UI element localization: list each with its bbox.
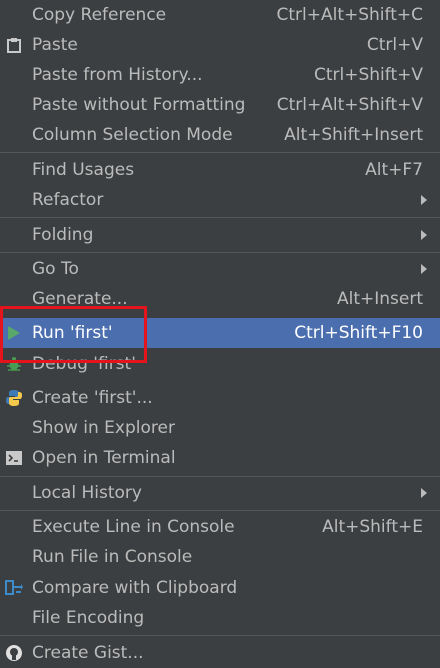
menu-item-label: Folding [32, 225, 94, 245]
menu-item-create[interactable]: Create 'first'... [0, 383, 440, 413]
menu-item-shortcut: Alt+F7 [365, 160, 423, 180]
menu-item-label: Compare with Clipboard [32, 578, 238, 598]
menu-item-label: Generate... [32, 289, 128, 309]
menu-item-find-usages[interactable]: Find Usages Alt+F7 [0, 155, 440, 185]
menu-separator [0, 635, 440, 636]
menu-item-label: Create Gist... [32, 643, 144, 663]
menu-item-folding[interactable]: Folding [0, 219, 440, 251]
menu-item-label: Show in Explorer [32, 418, 175, 438]
clipboard-icon [4, 35, 24, 55]
menu-item-label: Refactor [32, 190, 104, 210]
menu-item-refactor[interactable]: Refactor [0, 185, 440, 215]
menu-item-run-file-in-console[interactable]: Run File in Console [0, 542, 440, 572]
menu-item-paste-without-formatting[interactable]: Paste without Formatting Ctrl+Alt+Shift+… [0, 90, 440, 120]
submenu-arrow-icon [421, 264, 427, 274]
menu-item-label: Paste [32, 35, 78, 55]
menu-item-label: Go To [32, 259, 79, 279]
menu-separator [0, 152, 440, 153]
menu-separator [0, 510, 440, 511]
menu-item-local-history[interactable]: Local History [0, 478, 440, 508]
menu-item-label: File Encoding [32, 608, 145, 628]
submenu-arrow-icon [421, 230, 427, 240]
compare-icon [4, 578, 24, 598]
menu-item-shortcut: Ctrl+Shift+F10 [294, 323, 423, 343]
menu-separator [0, 252, 440, 253]
menu-item-label: Debug 'first' [32, 354, 136, 374]
context-menu: Copy Reference Ctrl+Alt+Shift+C Paste Ct… [0, 0, 440, 663]
menu-item-generate[interactable]: Generate... Alt+Insert [0, 284, 440, 314]
menu-item-paste[interactable]: Paste Ctrl+V [0, 30, 440, 60]
menu-item-show-in-explorer[interactable]: Show in Explorer [0, 413, 440, 443]
menu-item-label: Copy Reference [32, 5, 167, 25]
menu-item-label: Local History [32, 483, 142, 503]
menu-item-label: Execute Line in Console [32, 517, 235, 537]
terminal-icon [4, 448, 24, 468]
menu-item-shortcut: Ctrl+Alt+Shift+V [276, 95, 423, 115]
menu-item-paste-from-history[interactable]: Paste from History... Ctrl+Shift+V [0, 60, 440, 90]
menu-item-open-in-terminal[interactable]: Open in Terminal [0, 443, 440, 473]
menu-item-shortcut: Alt+Insert [336, 289, 423, 309]
menu-item-compare-with-clipboard[interactable]: Compare with Clipboard [0, 573, 440, 603]
menu-item-label: Find Usages [32, 160, 135, 180]
menu-item-debug[interactable]: Debug 'first' [0, 349, 440, 379]
menu-item-column-selection-mode[interactable]: Column Selection Mode Alt+Shift+Insert [0, 120, 440, 150]
menu-item-file-encoding[interactable]: File Encoding [0, 603, 440, 633]
menu-item-create-gist[interactable]: Create Gist... [0, 638, 440, 668]
python-icon [4, 388, 24, 408]
menu-item-label: Paste without Formatting [32, 95, 246, 115]
menu-item-shortcut: Ctrl+V [366, 35, 423, 55]
menu-item-label: Paste from History... [32, 65, 203, 85]
menu-item-shortcut: Ctrl+Alt+Shift+C [276, 5, 423, 25]
github-icon [4, 643, 24, 663]
menu-separator [0, 476, 440, 477]
submenu-arrow-icon [421, 488, 427, 498]
menu-item-label: Open in Terminal [32, 448, 176, 468]
menu-item-label: Run File in Console [32, 547, 193, 567]
menu-separator [0, 217, 440, 218]
submenu-arrow-icon [421, 195, 427, 205]
menu-item-execute-line-in-console[interactable]: Execute Line in Console Alt+Shift+E [0, 512, 440, 542]
run-icon [4, 323, 24, 343]
menu-item-label: Run 'first' [32, 323, 113, 343]
menu-item-go-to[interactable]: Go To [0, 254, 440, 284]
menu-item-label: Column Selection Mode [32, 125, 233, 145]
menu-item-copy-reference[interactable]: Copy Reference Ctrl+Alt+Shift+C [0, 0, 440, 30]
menu-item-shortcut: Alt+Shift+Insert [284, 125, 423, 145]
menu-item-run[interactable]: Run 'first' Ctrl+Shift+F10 [0, 318, 440, 348]
debug-icon [4, 354, 24, 374]
menu-item-shortcut: Ctrl+Shift+V [313, 65, 423, 85]
menu-item-label: Create 'first'... [32, 388, 153, 408]
menu-item-shortcut: Alt+Shift+E [322, 517, 423, 537]
